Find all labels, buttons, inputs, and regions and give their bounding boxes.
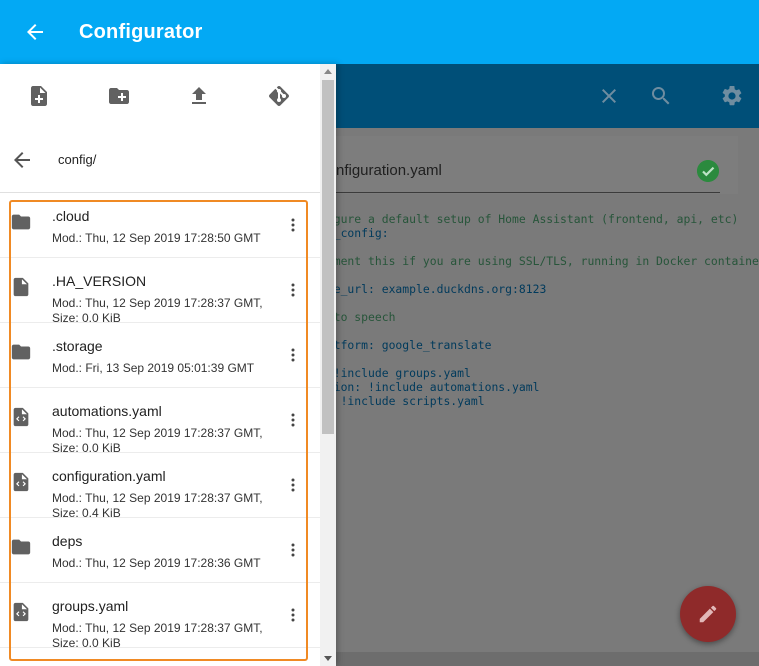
current-path: config/ [58,152,97,167]
more-vert-icon[interactable] [288,477,298,493]
editor-horizontal-scrollbar[interactable] [320,652,759,666]
code-line: ase_url: example.duckdns.org:8123 [320,282,547,296]
filename-underline [336,192,720,193]
editor-pane: nfiguration.yaml figure a default setup … [320,64,759,666]
more-vert-icon[interactable] [288,607,298,623]
file-meta: Mod.: Thu, 12 Sep 2019 17:28:37 GMT, Siz… [52,491,263,518]
code-line: : !include groups.yaml [320,366,471,380]
file-icon [13,277,29,297]
code-editor[interactable]: figure a default setup of Home Assistant… [320,212,759,408]
file-name: deps [52,533,83,549]
file-drawer: config/ .cloud Mod.: Thu, 12 Sep 2019 17:… [0,64,336,666]
code-line: p: [320,268,759,282]
more-vert-icon[interactable] [288,282,298,298]
code-file-icon [13,472,29,492]
file-meta: Mod.: Thu, 12 Sep 2019 17:28:37 GMT, Siz… [52,296,263,323]
file-meta: Mod.: Fri, 13 Sep 2019 05:01:39 GMT [52,361,255,375]
new-file-icon[interactable] [27,84,51,108]
gear-icon[interactable] [720,84,744,108]
file-name: .HA_VERSION [52,273,147,289]
file-list-item[interactable]: automations.yaml Mod.: Thu, 12 Sep 2019 1… [0,388,320,453]
arrow-back-icon[interactable] [10,148,34,172]
file-list-item[interactable]: .storage Mod.: Fri, 13 Sep 2019 05:01:39 … [0,323,320,388]
drawer-toolbar [0,64,320,128]
file-list-item[interactable]: .HA_VERSION Mod.: Thu, 12 Sep 2019 17:28:… [0,258,320,323]
path-row: config/ [0,128,320,192]
folder-icon [11,539,31,555]
file-list-item[interactable]: deps Mod.: Thu, 12 Sep 2019 17:28:36 GMT [0,518,320,583]
check-circle-icon [697,160,719,182]
more-vert-icon[interactable] [288,412,298,428]
code-line: lt_config: [320,226,389,240]
edit-fab-button[interactable] [680,586,736,642]
scroll-down-icon[interactable] [324,654,332,662]
file-name: .storage [52,338,103,354]
file-meta: Mod.: Thu, 12 Sep 2019 17:28:36 GMT [52,556,261,570]
folder-icon [11,214,31,230]
editor-toolbar [320,64,759,128]
close-icon[interactable] [597,84,621,108]
file-name: automations.yaml [52,403,162,419]
file-meta: Mod.: Thu, 12 Sep 2019 17:28:37 GMT, Siz… [52,621,263,648]
code-line: t: !include scripts.yaml [320,394,485,408]
file-meta: Mod.: Thu, 12 Sep 2019 17:28:37 GMT, Siz… [52,426,263,453]
git-icon[interactable] [267,84,291,108]
app-header: Configurator [0,0,759,64]
code-file-icon [13,407,29,427]
pencil-icon [699,605,717,623]
drawer-scrollbar[interactable] [320,64,336,666]
app-title: Configurator [79,20,203,43]
arrow-back-icon[interactable] [23,20,47,44]
file-meta: Mod.: Thu, 12 Sep 2019 17:28:50 GMT [52,231,261,245]
file-list-item[interactable]: groups.yaml Mod.: Thu, 12 Sep 2019 17:28:… [0,583,320,648]
code-line: omment this if you are using SSL/TLS, ru… [320,254,759,268]
code-line: ation: !include automations.yaml [320,380,540,394]
code-line: figure a default setup of Home Assistant… [320,212,739,226]
file-list-item[interactable]: configuration.yaml Mod.: Thu, 12 Sep 2019… [0,453,320,518]
more-vert-icon[interactable] [288,542,298,558]
file-name: groups.yaml [52,598,129,614]
file-list-item[interactable]: .cloud Mod.: Thu, 12 Sep 2019 17:28:50 GM… [0,193,320,258]
code-file-icon [13,602,29,622]
editor-filename[interactable]: nfiguration.yaml [336,162,442,179]
filename-container: nfiguration.yaml [320,136,738,194]
upload-icon[interactable] [187,84,211,108]
scroll-thumb[interactable] [322,80,334,434]
scroll-up-icon[interactable] [324,68,332,76]
more-vert-icon[interactable] [288,217,298,233]
editor-filebar: nfiguration.yaml [320,128,759,198]
code-line: latform: google_translate [320,338,492,352]
more-vert-icon[interactable] [288,347,298,363]
folder-icon [11,344,31,360]
search-icon[interactable] [649,84,673,108]
file-name: configuration.yaml [52,468,166,484]
file-list: .cloud Mod.: Thu, 12 Sep 2019 17:28:50 GM… [0,193,320,648]
code-line: t to speech [320,310,396,324]
file-name: .cloud [52,208,90,224]
new-folder-icon[interactable] [107,84,131,108]
